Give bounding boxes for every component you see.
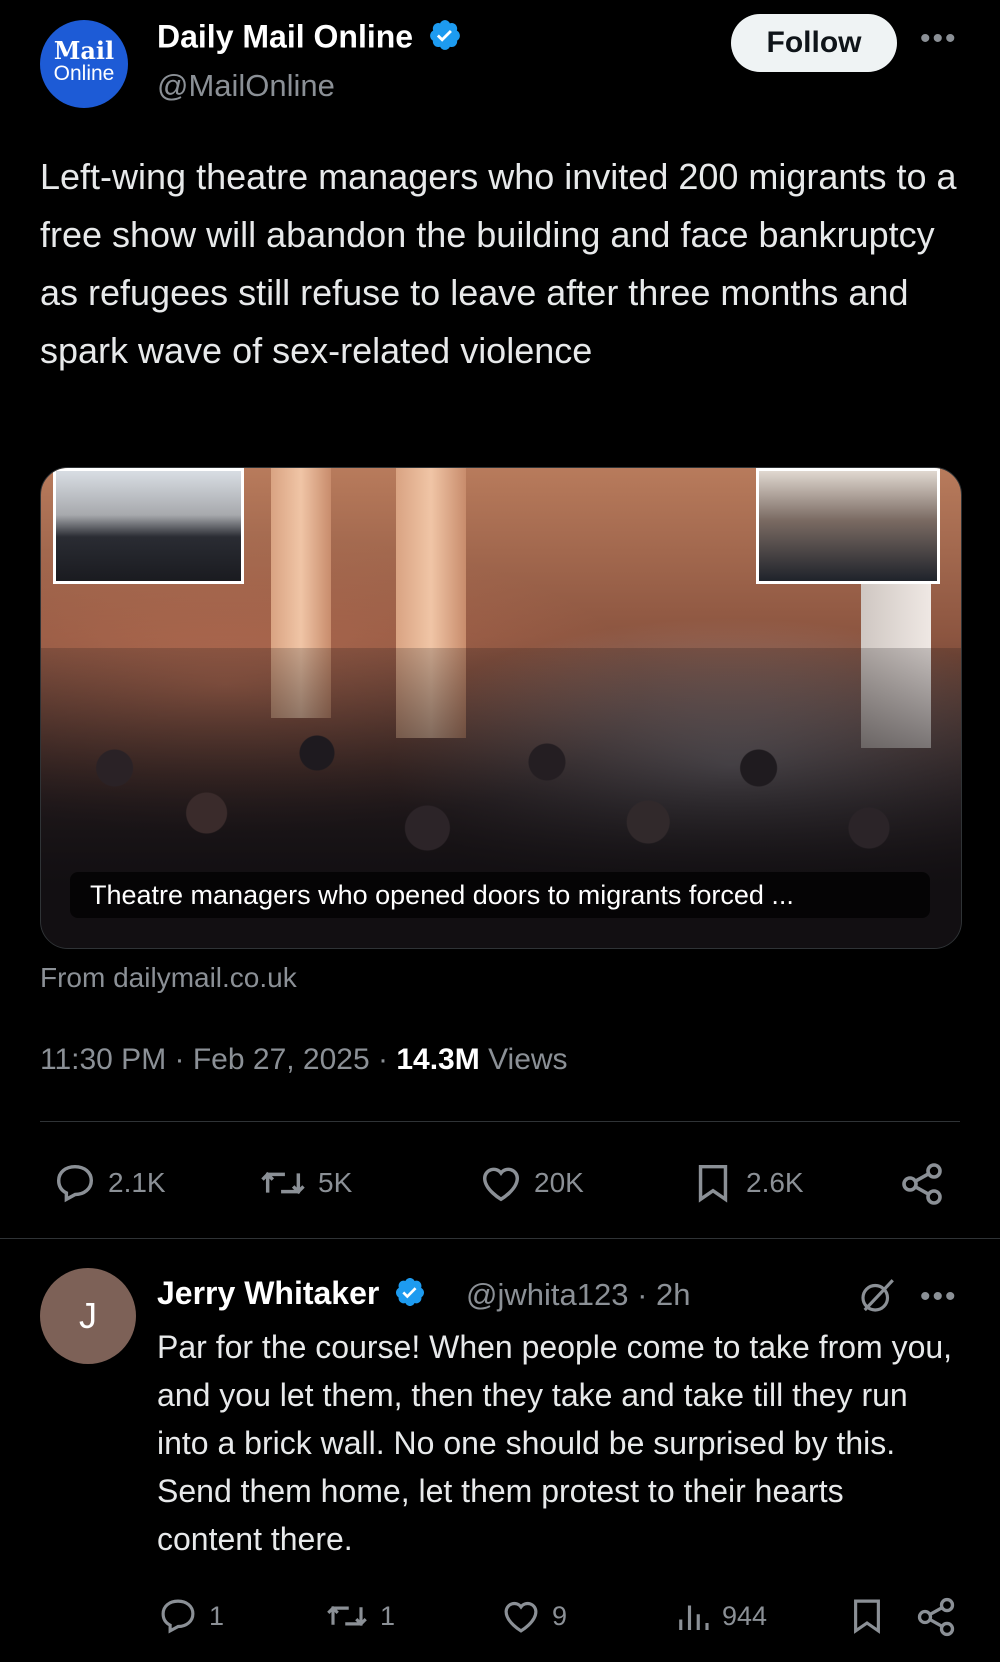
reply-repost-button[interactable]: 1 [324, 1595, 395, 1637]
bookmark-count: 2.6K [746, 1167, 804, 1198]
reply-meta: @jwhita123 · 2h [466, 1277, 691, 1312]
share-button[interactable] [898, 1160, 946, 1208]
reply-icon [157, 1595, 199, 1637]
repost-count: 5K [318, 1167, 353, 1198]
reply-count: 2.1K [108, 1167, 166, 1198]
reply-reply-button[interactable]: 1 [157, 1595, 224, 1637]
share-icon [898, 1160, 946, 1208]
reply-views-count: 944 [722, 1600, 768, 1631]
link-source[interactable]: From dailymail.co.uk [40, 962, 297, 994]
reply-avatar[interactable]: J [40, 1268, 136, 1364]
bookmark-button[interactable]: 2.6K [690, 1160, 804, 1206]
repost-icon [258, 1160, 308, 1206]
heart-icon [478, 1160, 524, 1206]
author-handle[interactable]: @MailOnline [157, 68, 335, 104]
like-button[interactable]: 20K [478, 1160, 584, 1206]
reply-like-button[interactable]: 9 [500, 1595, 567, 1637]
link-card-caption: Theatre managers who opened doors to mig… [70, 872, 930, 918]
avatar-logo-line2: Online [53, 62, 115, 85]
verified-badge-icon [394, 1276, 426, 1316]
bookmark-icon [846, 1595, 888, 1637]
reply-bookmark-button[interactable] [846, 1595, 888, 1637]
follow-button[interactable]: Follow [731, 14, 897, 72]
inset-photo-megaphone [756, 468, 940, 584]
author-display-name[interactable]: Daily Mail Online [157, 18, 413, 54]
mailonline-avatar[interactable]: Mail Online [40, 20, 128, 108]
divider [0, 1238, 1000, 1239]
heart-icon [500, 1595, 542, 1637]
views-bar-chart-icon [674, 1595, 712, 1637]
reply-author-row[interactable]: Jerry Whitaker [157, 1275, 426, 1316]
more-dots-icon[interactable]: ••• [920, 22, 958, 56]
reply-share-button[interactable] [914, 1595, 958, 1639]
tweet-timestamp-row: 11:30 PM · Feb 27, 2025 · 14.3M Views [40, 1043, 568, 1076]
reply-views-button[interactable]: 944 [674, 1595, 767, 1637]
like-count: 20K [534, 1167, 584, 1198]
reply-button[interactable]: 2.1K [52, 1160, 166, 1206]
reply-more-dots-icon[interactable]: ••• [920, 1280, 958, 1314]
views-count: 14.3M [396, 1043, 480, 1076]
verified-badge-icon [428, 18, 462, 60]
reply-age[interactable]: 2h [656, 1277, 690, 1312]
tweet-time[interactable]: 11:30 PM [40, 1043, 166, 1076]
repost-button[interactable]: 5K [258, 1160, 352, 1206]
repost-icon [324, 1595, 370, 1637]
avatar-logo-line1: Mail [53, 36, 115, 65]
divider [40, 1121, 960, 1122]
tweet-text: Left-wing theatre managers who invited 2… [40, 156, 957, 371]
views-label: Views [488, 1043, 568, 1076]
reply-author-name[interactable]: Jerry Whitaker [157, 1275, 379, 1311]
reply-like-count: 9 [552, 1600, 568, 1631]
reply-text: Par for the course! When people come to … [157, 1329, 953, 1557]
grok-icon[interactable] [856, 1275, 898, 1322]
inset-photo-street [53, 468, 244, 584]
share-icon [914, 1595, 958, 1639]
tweet-date[interactable]: Feb 27, 2025 [193, 1043, 370, 1076]
bookmark-icon [690, 1160, 736, 1206]
reply-handle[interactable]: @jwhita123 [466, 1277, 628, 1312]
reply-reply-count: 1 [209, 1600, 225, 1631]
reply-icon [52, 1160, 98, 1206]
author-name-row[interactable]: Daily Mail Online [157, 18, 462, 60]
reply-repost-count: 1 [380, 1600, 396, 1631]
